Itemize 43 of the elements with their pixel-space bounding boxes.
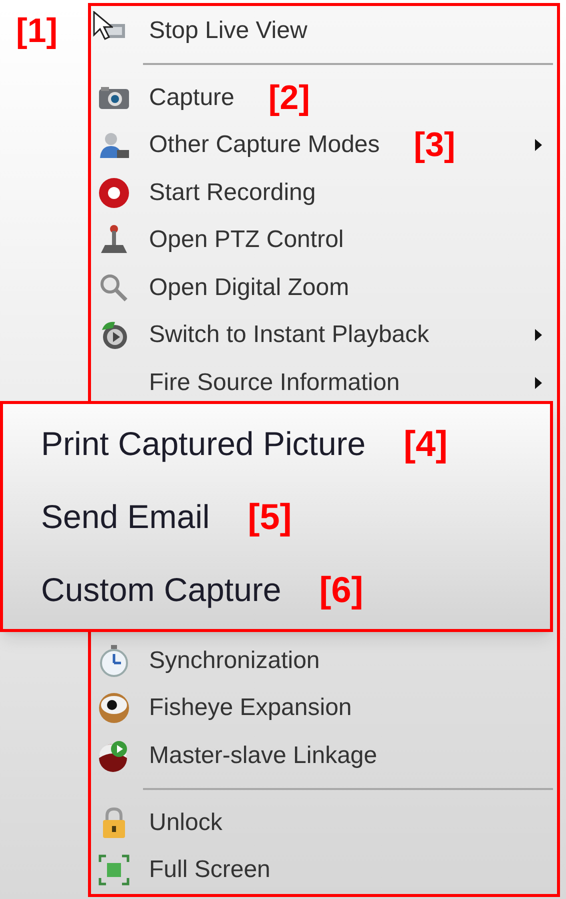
submenu-arrow-icon [534,138,543,152]
annotation-label: [6] [319,572,364,608]
menu-item-label[interactable]: Send Email [41,492,210,542]
menu-item[interactable]: Fire Source Information [91,359,557,407]
mouse-pointer-icon [93,11,113,41]
record-icon [97,176,131,210]
menu-item[interactable]: Fisheye Expansion [91,684,557,732]
annotation-label: [1] [16,12,58,50]
menu-item-label: Stop Live View [149,16,308,46]
menu-item-label: Switch to Instant Playback [149,320,430,350]
menu-item[interactable]: Open PTZ Control [91,216,557,264]
menu-item-label: Open PTZ Control [149,225,344,256]
annotation-label: [5] [248,498,292,534]
menu-item-label[interactable]: Custom Capture [41,564,282,614]
annotation-label: [4] [404,426,448,462]
menu-item-label: Start Recording [149,178,316,208]
menu-item-label: Other Capture Modes [149,130,380,160]
menu-item-label: Fisheye Expansion [149,693,352,724]
menu-item[interactable]: Capture [2] [91,74,557,122]
stopwatch-icon [97,644,131,678]
menu-item-label: Full Screen [149,855,270,886]
submenu-arrow-icon [534,328,543,342]
menu-item[interactable]: Master-slave Linkage [91,732,557,780]
menu-item[interactable]: Unlock [91,798,557,846]
menu-item[interactable]: Open Digital Zoom [91,264,557,312]
annotation-label: [2] [268,80,310,115]
menu-item[interactable]: Other Capture Modes [3] [91,122,557,170]
menu-item-label[interactable]: Print Captured Picture [41,418,366,468]
menu-item[interactable]: Full Screen [91,846,557,894]
menu-item-label: Fire Source Information [149,368,400,398]
annotation-label: [3] [414,128,456,162]
menu-item-label: Capture [149,82,234,113]
menu-item-label: Master-slave Linkage [149,740,378,771]
submenu-arrow-icon [534,376,543,390]
menu-item[interactable]: Start Recording [91,169,557,217]
menu-item-label: Synchronization [149,646,320,676]
menu-item[interactable]: Synchronization [91,636,557,684]
fullscreen-icon [97,853,131,888]
menu-item-label: Unlock [149,808,222,838]
menu-item[interactable]: Switch to Instant Playback [91,312,557,360]
menu-item-label: Open Digital Zoom [149,272,350,303]
eye-icon [97,691,131,726]
menu-item[interactable]: Stop Live View [91,7,557,55]
